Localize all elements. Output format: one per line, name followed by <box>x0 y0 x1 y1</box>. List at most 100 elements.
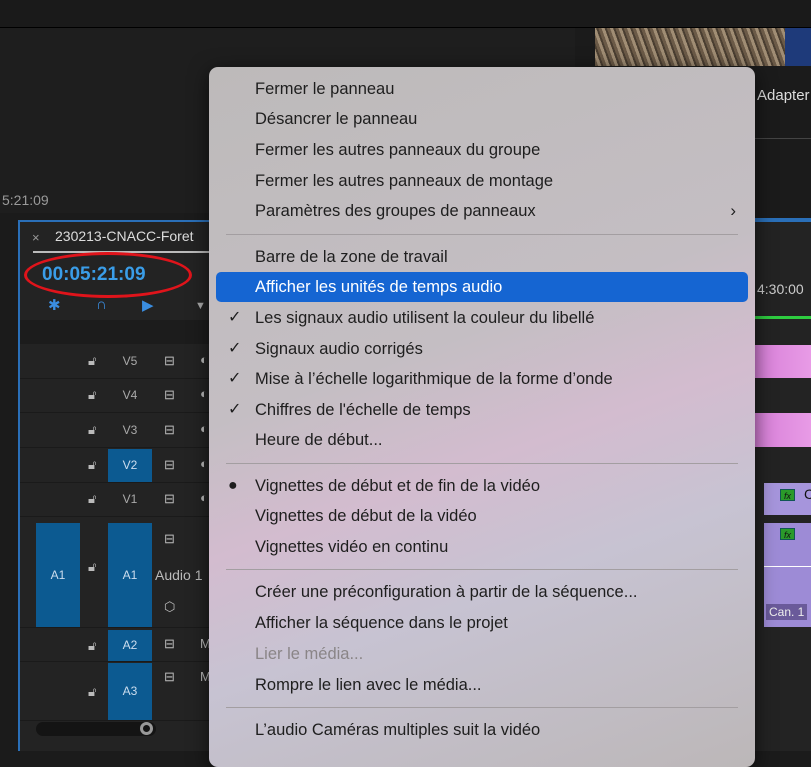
track-target[interactable]: V4 <box>108 379 152 412</box>
keyframe-icon[interactable]: ⬡ <box>164 599 175 615</box>
source-patch-a1[interactable]: A1 <box>36 523 80 627</box>
menu-item[interactable]: Afficher les unités de temps audio <box>216 272 748 302</box>
track-target[interactable]: A2 <box>108 630 152 661</box>
eye-icon[interactable]: ◐ <box>200 421 208 436</box>
ruler-time-label: 4:30:00 <box>757 281 804 297</box>
menu-item-label: Les signaux audio utilisent la couleur d… <box>255 309 595 327</box>
video-clip[interactable] <box>755 413 811 447</box>
menu-item[interactable]: Heure de début... <box>216 425 748 455</box>
menu-item[interactable]: Vignettes vidéo en continu <box>216 532 748 562</box>
menu-item[interactable]: Paramètres des groupes de panneaux › <box>216 196 748 226</box>
video-clip[interactable] <box>755 345 811 378</box>
menu-item-label: Fermer les autres panneaux du groupe <box>255 141 541 159</box>
menu-item[interactable]: Vignettes de début de la vidéo <box>216 501 748 531</box>
eye-icon[interactable]: ◐ <box>200 386 208 401</box>
menu-item[interactable]: Fermer les autres panneaux du groupe <box>216 135 748 165</box>
menu-item[interactable]: Créer une préconfiguration à partir de l… <box>216 577 748 607</box>
menu-separator <box>226 234 738 235</box>
work-area-bar[interactable] <box>755 316 811 319</box>
lock-icon[interactable]: 🔓︎ <box>88 457 96 473</box>
lock-icon[interactable]: 🔓︎ <box>88 638 96 654</box>
sync-lock-icon[interactable]: ⊟ <box>164 457 175 473</box>
sync-lock-icon[interactable]: ⊟ <box>164 387 175 403</box>
menu-item[interactable]: Barre de la zone de travail <box>216 242 748 272</box>
sequence-tab[interactable]: 230213-CNACC-Foret <box>55 228 194 244</box>
checkmark-icon: ✓ <box>228 340 242 357</box>
menu-item-label: Signaux audio corrigés <box>255 340 423 358</box>
checkmark-icon: ✓ <box>228 401 242 418</box>
track-row-v5: 🔓︎ V5 ⊟ ◐ <box>20 345 220 379</box>
menu-item-label: Chiffres de l'échelle de temps <box>255 401 471 419</box>
program-timecode: 5:21:09 <box>2 192 49 208</box>
video-clip-v1[interactable]: fx C <box>764 483 811 515</box>
menu-separator <box>226 463 738 464</box>
fx-badge: fx <box>780 528 795 540</box>
channel-label: Can. 1 <box>766 604 808 620</box>
snap-magnet-icon[interactable]: ∩ <box>96 296 107 313</box>
menu-item-label: Afficher les unités de temps audio <box>255 278 503 296</box>
menu-item-label: Vignettes de début de la vidéo <box>255 507 477 525</box>
lock-icon[interactable]: 🔓︎ <box>88 387 96 403</box>
menu-item-label: Rompre le lien avec le média... <box>255 676 482 694</box>
menu-item[interactable]: ✓ Signaux audio corrigés <box>216 334 748 364</box>
close-tab-icon[interactable]: × <box>32 230 40 245</box>
menu-item-label: Désancrer le panneau <box>255 110 418 128</box>
sync-lock-icon[interactable]: ⊟ <box>164 531 175 547</box>
menu-item-label: Barre de la zone de travail <box>255 248 448 266</box>
eye-icon[interactable]: ◐ <box>200 456 208 471</box>
track-target-a1[interactable]: A1 <box>108 523 152 627</box>
sync-lock-icon[interactable]: ⊟ <box>164 636 175 652</box>
menu-item[interactable]: Afficher la séquence dans le projet <box>216 608 748 638</box>
scroll-handle[interactable] <box>140 722 153 735</box>
nest-toggle-icon[interactable]: ✱ <box>48 296 61 314</box>
clip-name: C <box>804 486 811 502</box>
menu-item[interactable]: Désancrer le panneau <box>216 104 748 134</box>
volume-line[interactable] <box>764 566 811 567</box>
menu-item-label: Afficher la séquence dans le projet <box>255 614 508 632</box>
track-row-v3: 🔓︎ V3 ⊟ ◐ <box>20 414 220 448</box>
menu-item[interactable]: Rompre le lien avec le média... <box>216 670 748 700</box>
menu-item[interactable]: ✓ Mise à l’échelle logarithmique de la fo… <box>216 364 748 394</box>
marker-icon[interactable]: ▼ <box>195 300 206 312</box>
menu-item-label: Lier le média... <box>255 645 364 663</box>
track-row-a2: 🔓︎ A2 ⊟ M <box>20 630 220 662</box>
radio-dot-icon: ● <box>228 477 238 494</box>
track-target[interactable]: A3 <box>108 663 152 720</box>
menu-item-label: Vignettes vidéo en continu <box>255 538 449 556</box>
sync-lock-icon[interactable]: ⊟ <box>164 353 175 369</box>
track-target[interactable]: V3 <box>108 414 152 447</box>
lock-icon[interactable]: 🔓︎ <box>88 422 96 438</box>
header-bar <box>20 320 220 344</box>
fx-badge: fx <box>780 489 795 501</box>
track-row-a3: 🔓︎ A3 ⊟ M <box>20 663 220 721</box>
lock-icon[interactable]: 🔓︎ <box>88 684 96 700</box>
menu-item[interactable]: ✓ Les signaux audio utilisent la couleur … <box>216 303 748 333</box>
track-target[interactable]: V5 <box>108 345 152 378</box>
track-target[interactable]: V1 <box>108 483 152 516</box>
menu-item: Lier le média... <box>216 639 748 669</box>
red-annotation-ellipse <box>24 252 192 298</box>
menu-item[interactable]: Fermer les autres panneaux de montage <box>216 166 748 196</box>
menu-item[interactable]: ● Vignettes de début et de fin de la vidé… <box>216 471 748 501</box>
top-bar <box>0 0 811 28</box>
sync-lock-icon[interactable]: ⊟ <box>164 491 175 507</box>
eye-icon[interactable]: ◐ <box>200 352 208 367</box>
lock-icon[interactable]: 🔓︎ <box>88 491 96 507</box>
fit-dropdown[interactable]: Adapter <box>757 87 810 104</box>
menu-item[interactable]: ✓ Chiffres de l'échelle de temps <box>216 395 748 425</box>
zoom-scrollbar[interactable] <box>36 722 156 736</box>
context-menu: Fermer le panneau Désancrer le panneau Fer… <box>209 67 755 767</box>
linked-selection-icon[interactable]: ▶ <box>142 296 154 314</box>
menu-item[interactable]: L’audio Caméras multiples suit la vidéo <box>216 715 748 745</box>
menu-item-label: Heure de début... <box>255 431 383 449</box>
eye-icon[interactable]: ◐ <box>200 490 208 505</box>
menu-item[interactable]: Fermer le panneau <box>216 74 748 104</box>
menu-item-label: Créer une préconfiguration à partir de l… <box>255 583 638 601</box>
track-name: Audio 1 <box>155 567 203 583</box>
lock-icon[interactable]: 🔓︎ <box>88 353 96 369</box>
lock-icon[interactable]: 🔓︎ <box>88 559 96 575</box>
track-target[interactable]: V2 <box>108 449 152 482</box>
sync-lock-icon[interactable]: ⊟ <box>164 422 175 438</box>
sync-lock-icon[interactable]: ⊟ <box>164 669 175 685</box>
menu-item-label: L’audio Caméras multiples suit la vidéo <box>255 721 541 739</box>
